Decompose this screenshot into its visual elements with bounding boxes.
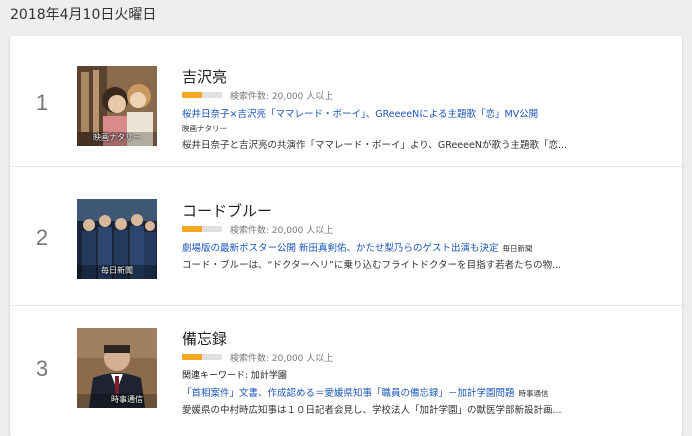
- news-headline-link[interactable]: 「首相案件」文書、作成認める＝愛媛県知事「職員の備忘録」－加計学園問題 時事通信: [182, 385, 672, 399]
- date-heading: 2018年4月10日火曜日: [10, 7, 157, 23]
- search-volume: 検索件数: 20,000 人以上: [182, 350, 672, 364]
- related-keywords[interactable]: 関連キーワード: 加計学園: [182, 368, 672, 381]
- trend-info: 吉沢亮 検索件数: 20,000 人以上 桜井日奈子×吉沢亮「ママレード・ボーイ…: [182, 68, 672, 151]
- trend-title[interactable]: 吉沢亮: [182, 68, 672, 86]
- trend-title[interactable]: コードブルー: [182, 202, 672, 220]
- search-volume: 検索件数: 20,000 人以上: [182, 88, 672, 102]
- trends-card: 1 映画ナタリー 吉沢亮 検索件数: 20,000 人以上 桜井日奈子×吉沢亮「…: [10, 36, 682, 436]
- headline-text[interactable]: 劇場版の最新ポスター公開 新田真剣佑、かたせ梨乃らのゲスト出演も決定: [182, 243, 499, 254]
- news-source: 映画ナタリー: [182, 124, 227, 133]
- news-snippet: コード・ブルーは、“ドクターヘリ”に乗り込むフライトドクターを目指す若者たちの物…: [182, 260, 562, 271]
- volume-text: 検索件数: 20,000 人以上: [230, 226, 334, 236]
- trend-thumbnail[interactable]: 映画ナタリー: [77, 66, 157, 146]
- trend-title[interactable]: 備忘録: [182, 330, 672, 348]
- volume-text: 検索件数: 20,000 人以上: [230, 92, 334, 102]
- trend-thumbnail[interactable]: 時事通信: [77, 328, 157, 408]
- rank-number: 3: [35, 356, 49, 381]
- trend-row-2[interactable]: 2 毎日新聞 コードブルー 検索件数: 20,000 人以上 劇場版の最新ポスタ…: [10, 175, 682, 306]
- thumbnail-caption: 時事通信: [111, 395, 143, 404]
- thumbnail-caption: 映画ナタリー: [93, 133, 141, 142]
- news-headline-link[interactable]: 劇場版の最新ポスター公開 新田真剣佑、かたせ梨乃らのゲスト出演も決定 毎日新聞: [182, 240, 672, 254]
- trend-info: 備忘録 検索件数: 20,000 人以上 関連キーワード: 加計学園 「首相案件…: [182, 330, 672, 416]
- rank-number: 1: [35, 90, 49, 115]
- trend-row-3[interactable]: 3 時事通信 備忘録 検索件数: 20,000 人以上 関連キーワード: 加計学…: [10, 304, 682, 434]
- news-source: 時事通信: [518, 389, 549, 398]
- volume-bar-fill: [182, 226, 202, 232]
- volume-text: 検索件数: 20,000 人以上: [230, 354, 334, 364]
- trend-row-1[interactable]: 1 映画ナタリー 吉沢亮 検索件数: 20,000 人以上 桜井日奈子×吉沢亮「…: [10, 36, 682, 167]
- news-snippet: 愛媛県の中村時広知事は１０日記者会見し、学校法人「加計学園」の獣医学部新設計画.…: [182, 405, 562, 416]
- trend-thumbnail[interactable]: 毎日新聞: [77, 199, 157, 279]
- news-headline-link[interactable]: 桜井日奈子×吉沢亮「ママレード・ボーイ」、GReeeeNによる主題歌「恋」MV公…: [182, 106, 672, 120]
- news-snippet: 桜井日奈子と吉沢亮の共演作「ママレード・ボーイ」より、GReeeeNが歌う主題歌…: [182, 140, 568, 151]
- volume-bar: [182, 226, 222, 232]
- rank-number: 2: [35, 225, 49, 250]
- volume-bar: [182, 354, 222, 360]
- volume-bar-fill: [182, 354, 202, 360]
- volume-bar-fill: [182, 92, 202, 98]
- trend-info: コードブルー 検索件数: 20,000 人以上 劇場版の最新ポスター公開 新田真…: [182, 202, 672, 271]
- headline-text[interactable]: 「首相案件」文書、作成認める＝愛媛県知事「職員の備忘録」－加計学園問題: [182, 388, 515, 399]
- news-source: 毎日新聞: [502, 244, 533, 253]
- thumbnail-caption: 毎日新聞: [101, 266, 133, 275]
- search-volume: 検索件数: 20,000 人以上: [182, 222, 672, 236]
- volume-bar: [182, 92, 222, 98]
